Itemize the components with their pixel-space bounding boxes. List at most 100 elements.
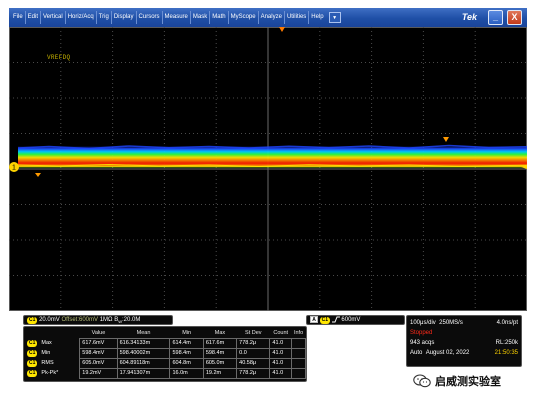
channel1-impedance: 1MΩ <box>99 317 113 323</box>
measurement-row-max[interactable]: C1 Max 617.6mV 616.34133m 614.4m 617.6m 7… <box>27 337 306 349</box>
measurement-badge: C1 <box>27 339 38 347</box>
acquisition-row-count: 943 acqs RL:250k <box>410 338 518 348</box>
menu-mask[interactable]: Mask <box>191 11 211 24</box>
measurement-min: 16.0m <box>169 367 204 379</box>
measurement-info <box>291 337 306 349</box>
measurement-panel: Value Mean Min Max St Dev Count Info C1 M… <box>23 326 307 382</box>
channel1-scale: 20.0mV <box>39 317 60 323</box>
measurement-info <box>291 347 306 359</box>
trigger-level: 600mV <box>341 317 361 324</box>
menu-utilities[interactable]: Utilities <box>285 11 310 24</box>
minimize-button[interactable]: _ <box>488 10 503 25</box>
measurement-stdev: 40.58μ <box>236 357 271 369</box>
sample-rate: 250MS/s <box>439 320 463 326</box>
measurement-row-rms[interactable]: C1 RMS 605.0mV 604.89118m 604.8m 605.0m 4… <box>27 357 306 369</box>
measurement-value: 605.0mV <box>79 357 118 369</box>
measurement-badge: C1 <box>27 359 38 367</box>
measurement-label: Pk-Pk* <box>41 369 59 376</box>
measurement-min: 604.8m <box>169 357 204 369</box>
menu-myscope[interactable]: MyScope <box>229 11 259 24</box>
channel1-offset: Offset:600mV <box>61 317 99 323</box>
header-count: Count <box>273 330 289 337</box>
trigger-mode: Auto <box>410 350 423 356</box>
acquisition-time: 21:50:35 <box>494 350 518 356</box>
trigger-level-marker <box>443 137 449 142</box>
measurement-label: RMS <box>41 359 54 366</box>
measurement-row-pkpk[interactable]: C1 Pk-Pk* 19.2mV 17.941307m 16.0m 19.2m 7… <box>27 367 306 379</box>
measurement-count: 41.0 <box>269 347 293 359</box>
channel1-ground-label: 1 <box>12 165 16 172</box>
measurement-max: 598.4m <box>202 347 238 359</box>
measurement-row-min[interactable]: C1 Min 598.4mV 598.40002m 598.4m 598.4m 0… <box>27 347 306 359</box>
measurement-count: 41.0 <box>269 357 293 369</box>
measurement-min: 614.4m <box>169 337 204 349</box>
menu-display[interactable]: Display <box>112 11 137 24</box>
menu-cursors[interactable]: Cursors <box>137 11 163 24</box>
record-length: RL:250k <box>495 340 518 346</box>
header-info: Info <box>293 330 304 337</box>
acquisition-row-timebase: 100μs/div 250MS/s 4.0ns/pt <box>410 318 518 328</box>
trigger-position-marker <box>279 27 285 32</box>
waveform-display[interactable]: 1 VREFDQ <box>9 27 527 311</box>
measurement-max: 605.0m <box>202 357 238 369</box>
graticule-center <box>9 27 527 311</box>
acquisition-date: August 02, 2022 <box>425 350 470 356</box>
bottom-panel: C1 20.0mV Offset:600mV 1MΩ BW:20.0M A C1… <box>9 311 527 399</box>
header-min: Min <box>182 330 192 337</box>
measurement-table: Value Mean Min Max St Dev Count Info C1 M… <box>27 329 306 379</box>
channel1-readout[interactable]: C1 20.0mV Offset:600mV 1MΩ BW:20.0M <box>23 315 173 325</box>
acquisition-row-date: Auto August 02, 2022 21:50:35 <box>410 348 518 358</box>
measurement-badge: C1 <box>27 349 38 357</box>
measurement-label: Max <box>41 339 52 346</box>
channel1-badge: C1 <box>27 317 38 324</box>
measurement-mean: 598.40002m <box>116 347 171 359</box>
menu-edit[interactable]: Edit <box>26 11 42 24</box>
acquisition-count: 943 acqs <box>410 340 435 346</box>
brand-logo: Tek <box>461 12 477 22</box>
menu-measure[interactable]: Measure <box>163 11 191 24</box>
measurement-mean: 616.34133m <box>116 337 171 349</box>
acquisition-readout[interactable]: 100μs/div 250MS/s 4.0ns/pt Stopped 943 a… <box>406 315 522 367</box>
wechat-icon <box>413 374 431 388</box>
header-mean: Mean <box>136 330 151 337</box>
menu-vertical[interactable]: Vertical <box>41 11 66 24</box>
watermark: 启威测实验室 <box>413 373 501 389</box>
menu-trig[interactable]: Trig <box>97 11 112 24</box>
acquisition-status: Stopped <box>410 330 433 336</box>
measurement-stdev: 0.0 <box>236 347 271 359</box>
measurement-max: 19.2m <box>202 367 238 379</box>
menu-analyze[interactable]: Analyze <box>259 11 285 24</box>
menu-math[interactable]: Math <box>210 11 229 24</box>
close-button[interactable]: X <box>507 10 522 25</box>
menu-bar: File Edit Vertical Horiz/Acq Trig Displa… <box>9 8 527 27</box>
header-value: Value <box>91 330 106 337</box>
menu-horiz-acq[interactable]: Horiz/Acq <box>66 11 97 24</box>
acquisition-row-status: Stopped <box>410 328 518 338</box>
measurement-info <box>291 367 306 379</box>
measurement-header-row: Value Mean Min Max St Dev Count Info <box>27 329 306 338</box>
measurement-count: 41.0 <box>269 367 293 379</box>
measurement-value: 598.4mV <box>79 347 118 359</box>
watermark-text: 启威测实验室 <box>435 376 501 388</box>
measurement-max: 617.6m <box>202 337 238 349</box>
menu-file[interactable]: File <box>11 11 26 24</box>
menu-help[interactable]: Help <box>309 11 325 24</box>
channel1-bandwidth-icon: BW <box>114 317 122 325</box>
help-dropdown-button[interactable]: ▼ <box>328 12 341 23</box>
trigger-mode-letter: A <box>310 316 318 323</box>
timebase: 100μs/div <box>410 320 436 326</box>
measurement-stdev: 778.2μ <box>236 367 271 379</box>
header-blank <box>27 329 80 338</box>
reference-label: VREFDQ <box>47 54 71 61</box>
trigger-readout[interactable]: A C1 600mV <box>306 315 405 325</box>
trigger-source-badge: C1 <box>319 317 331 325</box>
ref-arrow-marker <box>35 173 41 177</box>
measurement-value: 19.2mV <box>79 367 118 379</box>
rising-edge-icon <box>331 316 340 323</box>
measurement-mean: 17.941307m <box>116 367 171 379</box>
measurement-min: 598.4m <box>169 347 204 359</box>
graticule-svg: 1 <box>9 27 527 311</box>
measurement-info <box>291 357 306 369</box>
channel1-bandwidth-value: :20.0M <box>121 317 141 323</box>
measurement-value: 617.6mV <box>79 337 118 349</box>
